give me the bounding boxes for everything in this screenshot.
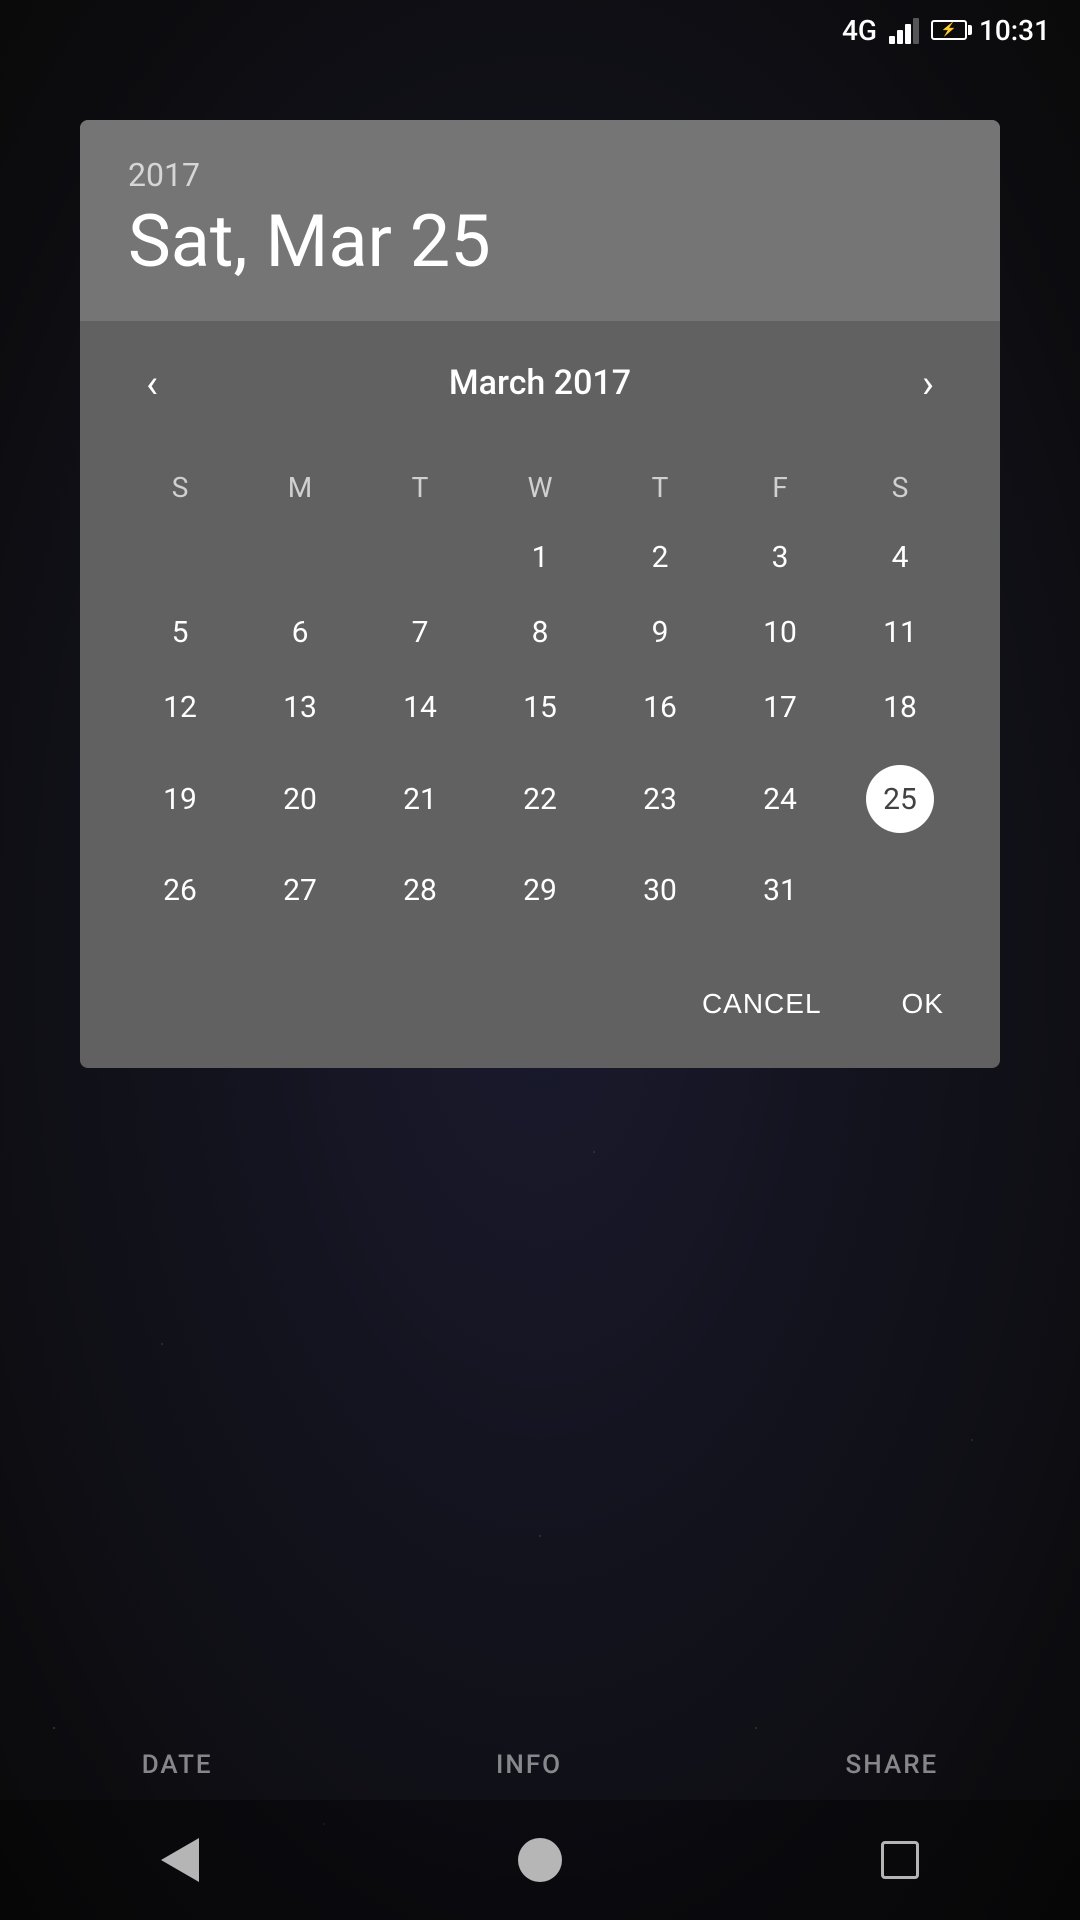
calendar-day[interactable]: 11 — [840, 595, 960, 670]
calendar-day[interactable]: 9 — [600, 595, 720, 670]
bottom-nav: DATE INFO SHARE — [0, 1730, 1080, 1800]
date-nav-item[interactable]: DATE — [142, 1750, 213, 1780]
calendar-day[interactable]: 10 — [720, 595, 840, 670]
day-header: T — [360, 455, 480, 520]
cancel-button[interactable]: CANCEL — [670, 968, 854, 1040]
day-header: M — [240, 455, 360, 520]
prev-month-button[interactable]: ‹ — [120, 351, 184, 415]
calendar-day[interactable]: 29 — [480, 853, 600, 928]
calendar-day[interactable]: 26 — [120, 853, 240, 928]
system-navigation — [0, 1800, 1080, 1920]
calendar-day[interactable]: 30 — [600, 853, 720, 928]
recents-button[interactable] — [870, 1830, 930, 1890]
calendar-day[interactable]: 6 — [240, 595, 360, 670]
clock: 10:31 — [979, 14, 1050, 47]
calendar-day[interactable]: 24 — [720, 745, 840, 853]
back-button[interactable] — [150, 1830, 210, 1890]
calendar-day[interactable]: 12 — [120, 670, 240, 745]
calendar-day[interactable]: 7 — [360, 595, 480, 670]
back-icon — [161, 1838, 199, 1882]
selected-day-circle: 25 — [866, 765, 934, 833]
share-nav-item[interactable]: SHARE — [846, 1750, 939, 1780]
home-button[interactable] — [510, 1830, 570, 1890]
calendar-day[interactable]: 22 — [480, 745, 600, 853]
calendar-day[interactable]: 3 — [720, 520, 840, 595]
info-nav-item[interactable]: INFO — [496, 1750, 562, 1780]
calendar-grid: SMTWTFS123456789101112131415161718192021… — [120, 455, 960, 928]
calendar-day[interactable]: 5 — [120, 595, 240, 670]
current-month-year: March 2017 — [449, 363, 631, 403]
calendar-navigation: ‹ March 2017 › — [120, 351, 960, 415]
calendar-day[interactable]: 4 — [840, 520, 960, 595]
calendar-day[interactable]: 21 — [360, 745, 480, 853]
calendar-day[interactable]: 8 — [480, 595, 600, 670]
calendar-empty — [360, 520, 480, 595]
network-indicator: 4G — [842, 14, 877, 47]
calendar-day[interactable]: 17 — [720, 670, 840, 745]
calendar-day[interactable]: 15 — [480, 670, 600, 745]
calendar-day[interactable]: 23 — [600, 745, 720, 853]
next-month-button[interactable]: › — [896, 351, 960, 415]
dialog-body: ‹ March 2017 › SMTWTFS123456789101112131… — [80, 321, 1000, 948]
calendar-day[interactable]: 19 — [120, 745, 240, 853]
calendar-day[interactable]: 18 — [840, 670, 960, 745]
selected-year: 2017 — [128, 156, 952, 194]
calendar-day[interactable]: 16 — [600, 670, 720, 745]
battery-icon: ⚡ — [931, 20, 967, 40]
calendar-day[interactable]: 2 — [600, 520, 720, 595]
calendar-day[interactable]: 25 — [840, 745, 960, 853]
calendar-day[interactable]: 28 — [360, 853, 480, 928]
calendar-day[interactable]: 14 — [360, 670, 480, 745]
chevron-right-icon: › — [922, 360, 934, 407]
calendar-day[interactable]: 13 — [240, 670, 360, 745]
date-picker-dialog: 2017 Sat, Mar 25 ‹ March 2017 › SMTWTFS1… — [80, 120, 1000, 1068]
recents-icon — [881, 1841, 919, 1879]
calendar-day[interactable]: 27 — [240, 853, 360, 928]
day-header: W — [480, 455, 600, 520]
day-header: F — [720, 455, 840, 520]
calendar-day[interactable]: 20 — [240, 745, 360, 853]
status-bar: 4G ⚡ 10:31 — [0, 0, 1080, 60]
home-icon — [518, 1838, 562, 1882]
calendar-empty — [120, 520, 240, 595]
calendar-day[interactable]: 31 — [720, 853, 840, 928]
ok-button[interactable]: OK — [870, 968, 976, 1040]
signal-icon — [889, 16, 919, 44]
day-header: S — [840, 455, 960, 520]
chevron-left-icon: ‹ — [146, 360, 158, 407]
calendar-day[interactable]: 1 — [480, 520, 600, 595]
dialog-actions: CANCEL OK — [80, 948, 1000, 1068]
day-header: S — [120, 455, 240, 520]
calendar-empty — [240, 520, 360, 595]
selected-date: Sat, Mar 25 — [128, 202, 952, 281]
calendar-empty — [840, 853, 960, 928]
day-header: T — [600, 455, 720, 520]
dialog-header: 2017 Sat, Mar 25 — [80, 120, 1000, 321]
